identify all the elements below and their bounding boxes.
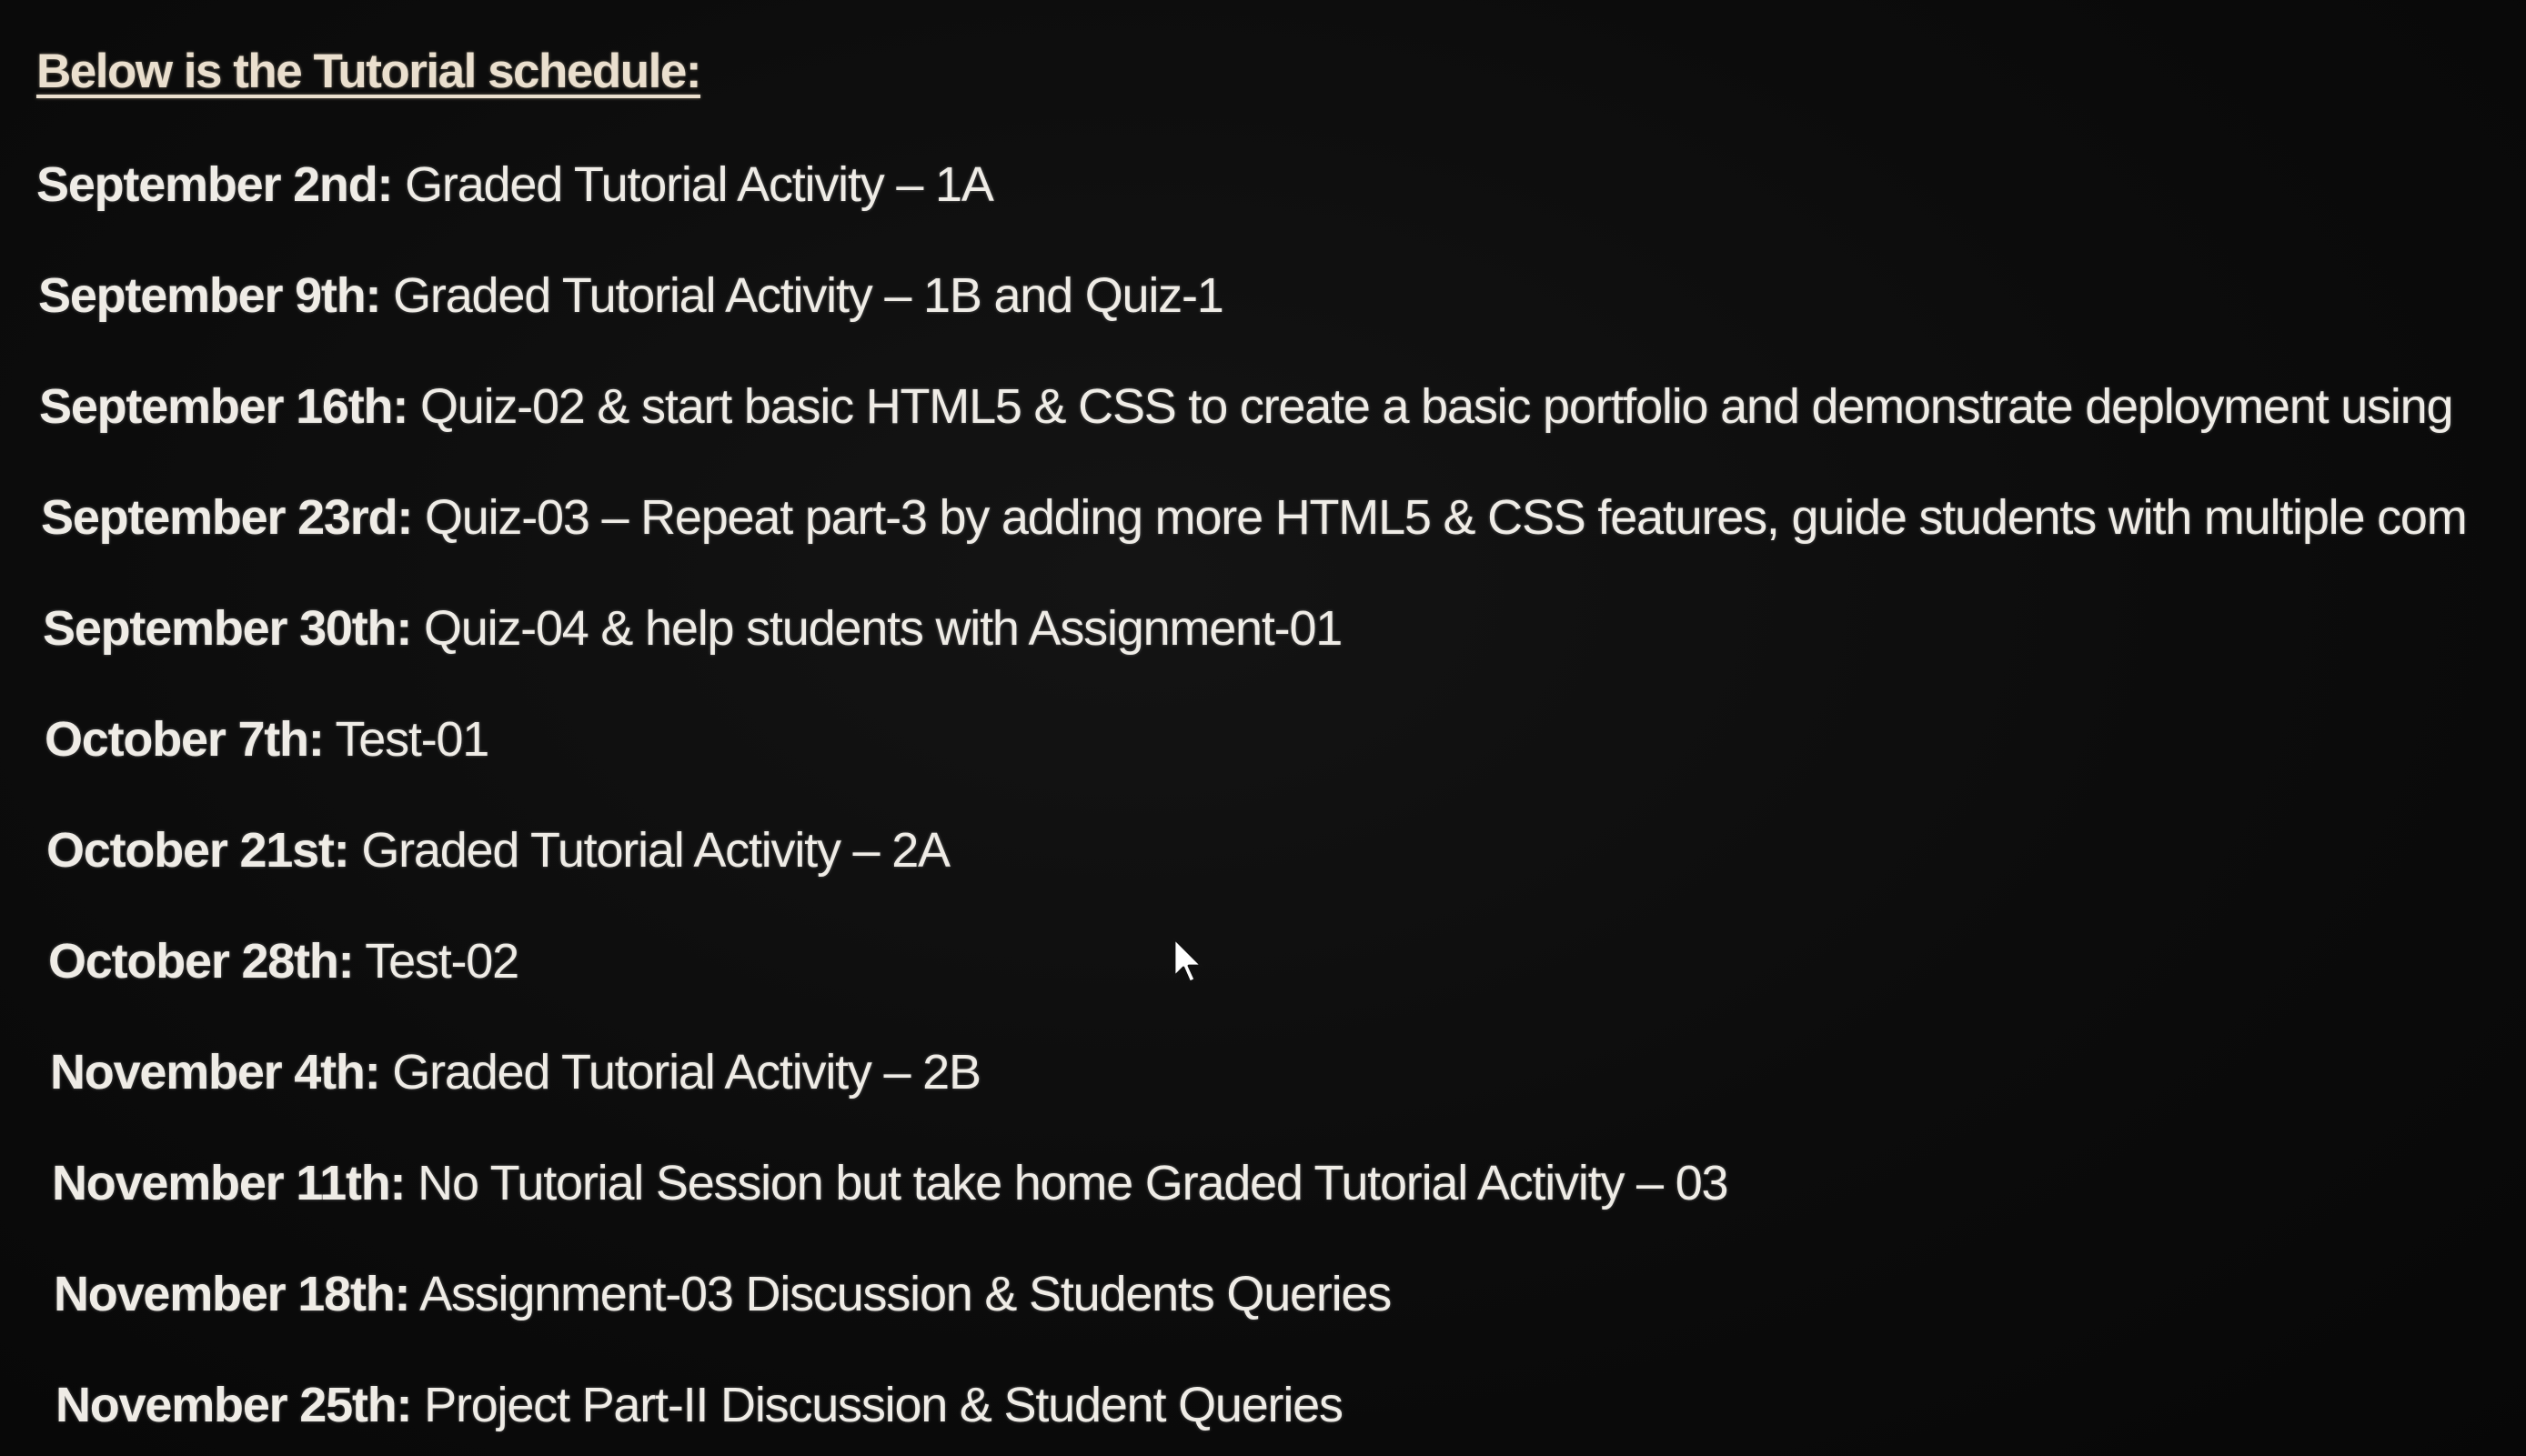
- entry-activity: No Tutorial Session but take home Graded…: [418, 1156, 1728, 1210]
- schedule-entry: November 11th: No Tutorial Session but t…: [52, 1155, 1729, 1211]
- schedule-entry: October 28th: Test-02: [48, 933, 519, 989]
- schedule-entry: October 21st: Graded Tutorial Activity –…: [46, 822, 951, 879]
- entry-date: November 18th:: [54, 1267, 411, 1321]
- entry-activity: Test-01: [335, 712, 489, 767]
- entry-date: September 9th:: [38, 268, 381, 323]
- schedule-entry: September 23rd: Quiz-03 – Repeat part-3 …: [41, 489, 2468, 546]
- schedule-entry: September 30th: Quiz-04 & help students …: [43, 600, 1343, 657]
- entry-activity: Test-02: [365, 934, 519, 989]
- entry-date: September 2nd:: [36, 157, 393, 212]
- schedule-entry: September 2nd: Graded Tutorial Activity …: [36, 156, 994, 213]
- entry-activity: Quiz-04 & help students with Assignment-…: [423, 601, 1343, 656]
- schedule-entry: September 9th: Graded Tutorial Activity …: [38, 267, 1224, 324]
- entry-date: November 25th:: [55, 1378, 413, 1432]
- entry-activity: Project Part-II Discussion & Student Que…: [424, 1378, 1344, 1432]
- schedule-entry: October 7th: Test-01: [45, 711, 489, 768]
- entry-date: October 28th:: [48, 934, 355, 989]
- entry-activity: Graded Tutorial Activity – 2B: [392, 1045, 981, 1100]
- schedule-entry: September 16th: Quiz-02 & start basic HT…: [39, 378, 2454, 435]
- document-body: Below is the Tutorial schedule: Septembe…: [0, 0, 2526, 1456]
- schedule-entry: November 18th: Assignment-03 Discussion …: [54, 1266, 1392, 1322]
- entry-date: September 30th:: [43, 601, 412, 656]
- entry-activity: Quiz-03 – Repeat part-3 by adding more H…: [424, 490, 2468, 545]
- entry-date: November 11th:: [52, 1156, 407, 1210]
- schedule-heading: Below is the Tutorial schedule:: [36, 45, 701, 98]
- schedule-entry: November 4th: Graded Tutorial Activity –…: [50, 1044, 981, 1100]
- entry-date: October 21st:: [46, 823, 350, 878]
- entry-activity: Graded Tutorial Activity – 1B and Quiz-1: [393, 268, 1224, 323]
- schedule-entry: November 25th: Project Part-II Discussio…: [55, 1377, 1344, 1433]
- entry-date: October 7th:: [45, 712, 325, 767]
- entry-date: September 16th:: [39, 379, 408, 434]
- entry-activity: Graded Tutorial Activity – 1A: [405, 157, 994, 212]
- entry-date: November 4th:: [50, 1045, 381, 1100]
- entry-activity: Quiz-02 & start basic HTML5 & CSS to cre…: [419, 379, 2454, 434]
- entry-date: September 23rd:: [41, 490, 413, 545]
- entry-activity: Assignment-03 Discussion & Students Quer…: [419, 1267, 1392, 1321]
- entry-activity: Graded Tutorial Activity – 2A: [361, 823, 951, 878]
- mouse-pointer-icon: [1172, 937, 1203, 984]
